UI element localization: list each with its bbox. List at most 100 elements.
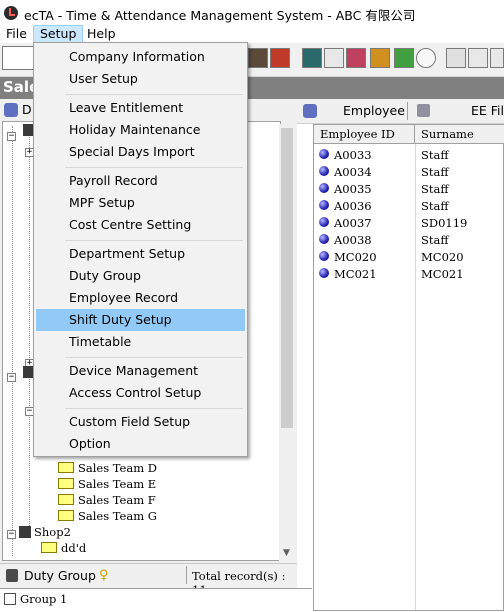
list-item[interactable]: Group 1 xyxy=(20,592,67,606)
menu-setup[interactable]: Setup xyxy=(33,25,84,43)
table-row[interactable]: A0037 SD0119 xyxy=(314,214,504,231)
group-icon xyxy=(4,593,16,605)
surname-cell: MC021 xyxy=(421,267,464,281)
menu-item-cost-centre-setting[interactable]: Cost Centre Setting xyxy=(36,214,245,236)
table-row[interactable]: MC020 MC020 xyxy=(314,248,504,265)
menu-item-company-information[interactable]: Company Information xyxy=(36,46,245,68)
key-icon[interactable]: ♀ xyxy=(99,568,109,583)
tree-item[interactable]: Sales Team E xyxy=(58,477,156,493)
folder-icon xyxy=(58,510,74,521)
tree-item-label: Sales Team D xyxy=(78,461,157,475)
menu-item-leave-entitlement[interactable]: Leave Entitlement xyxy=(36,97,245,119)
door-icon[interactable] xyxy=(302,48,322,68)
employee-status-icon xyxy=(319,234,329,244)
menu-item-custom-field-setup[interactable]: Custom Field Setup xyxy=(36,411,245,433)
employee-id-cell: A0034 xyxy=(334,165,372,179)
report-icon[interactable] xyxy=(324,48,344,68)
folder-icon xyxy=(41,542,57,553)
table-row[interactable]: A0033 Staff xyxy=(314,146,504,163)
menu-item-access-control-setup[interactable]: Access Control Setup xyxy=(36,382,245,404)
window-title: ecTA - Time & Attendance Management Syst… xyxy=(24,8,416,23)
menu-separator xyxy=(65,240,243,241)
menu-file[interactable]: File xyxy=(0,25,33,43)
column-header-surname[interactable]: Surname xyxy=(415,125,504,144)
surname-cell: MC020 xyxy=(421,250,464,264)
employee-icon[interactable] xyxy=(248,48,268,68)
menu-item-timetable[interactable]: Timetable xyxy=(36,331,245,353)
duty-group-label: Duty Group xyxy=(24,568,96,583)
employee-status-icon xyxy=(319,200,329,210)
menu-separator xyxy=(65,94,243,95)
menu-item-device-management[interactable]: Device Management xyxy=(36,360,245,382)
toolbar-combo[interactable] xyxy=(2,46,34,70)
employee-id-cell: A0035 xyxy=(334,182,372,196)
surname-cell: SD0119 xyxy=(421,216,468,230)
employee-id-cell: MC020 xyxy=(334,250,377,264)
employee-status-icon xyxy=(319,183,329,193)
menu-separator xyxy=(65,357,243,358)
menu-item-payroll-record[interactable]: Payroll Record xyxy=(36,170,245,192)
tree-item[interactable]: Sales Team F xyxy=(58,493,156,509)
folder-icon xyxy=(58,494,74,505)
ee-filter-label[interactable]: EE Filt xyxy=(471,103,504,118)
employee-status-icon xyxy=(319,166,329,176)
tree-item[interactable]: − Shop2 xyxy=(7,525,71,541)
table-row[interactable]: A0034 Staff xyxy=(314,163,504,180)
tree-expander[interactable]: − xyxy=(7,368,16,382)
column-header-employee-id[interactable]: Employee ID xyxy=(314,125,415,144)
surname-cell: Staff xyxy=(421,165,449,179)
employee-id-cell: A0037 xyxy=(334,216,372,230)
employee-grid[interactable]: Employee ID Surname A0033 Staff A0034 St… xyxy=(313,124,504,611)
menu-item-holiday-maintenance[interactable]: Holiday Maintenance xyxy=(36,119,245,141)
table-row[interactable]: MC021 MC021 xyxy=(314,265,504,282)
scroll-down-icon[interactable]: ▼ xyxy=(283,548,290,558)
edit-icon[interactable] xyxy=(468,48,488,68)
app-icon xyxy=(4,6,18,20)
filter-icon[interactable] xyxy=(417,104,430,117)
tree-expander[interactable]: − xyxy=(7,530,16,539)
tree-expander[interactable]: − xyxy=(7,127,16,141)
menu-item-duty-group[interactable]: Duty Group xyxy=(36,265,245,287)
table-row[interactable]: A0035 Staff xyxy=(314,180,504,197)
employee-status-icon xyxy=(319,149,329,159)
tree-item[interactable]: Sales Team G xyxy=(58,509,157,525)
employee-id-cell: A0036 xyxy=(334,199,372,213)
menu-item-user-setup[interactable]: User Setup xyxy=(36,68,245,90)
table-row[interactable]: A0038 Staff xyxy=(314,231,504,248)
scrollbar-thumb[interactable] xyxy=(281,128,293,428)
window-icon[interactable] xyxy=(446,48,466,68)
menu-help[interactable]: Help xyxy=(81,25,122,43)
gear-icon[interactable] xyxy=(370,48,390,68)
calendar-icon[interactable] xyxy=(346,48,366,68)
tree-item-label: Sales Team G xyxy=(78,509,157,523)
menu-item-shift-duty-setup[interactable]: Shift Duty Setup xyxy=(36,309,245,331)
tree-scrollbar[interactable]: ▼ xyxy=(279,124,295,562)
duty-group-list[interactable]: Group 1 xyxy=(0,588,312,612)
employee-label: Employee xyxy=(343,103,405,118)
menu-separator xyxy=(65,167,243,168)
menu-item-mpf-setup[interactable]: MPF Setup xyxy=(36,192,245,214)
clock-icon[interactable] xyxy=(416,48,436,68)
menu-item-option[interactable]: Option xyxy=(36,433,245,455)
tree-item-label: Sales Team F xyxy=(78,493,156,507)
machine-icon[interactable] xyxy=(270,48,290,68)
surname-cell: Staff xyxy=(421,199,449,213)
import-icon[interactable] xyxy=(394,48,414,68)
tree-item[interactable]: dd'd xyxy=(41,541,86,557)
surname-cell: Staff xyxy=(421,148,449,162)
building-icon xyxy=(19,526,31,538)
employee-toolbar: Employee EE Filt xyxy=(297,99,504,124)
department-header-label: D xyxy=(22,102,32,117)
employee-id-cell: MC021 xyxy=(334,267,377,281)
employee-status-icon xyxy=(319,217,329,227)
menu-item-department-setup[interactable]: Department Setup xyxy=(36,243,245,265)
duty-group-bar: Duty Group ♀ Total record(s) : 11 xyxy=(0,563,297,597)
table-row[interactable]: A0036 Staff xyxy=(314,197,504,214)
people-icon xyxy=(303,104,317,118)
menu-item-special-days-import[interactable]: Special Days Import xyxy=(36,141,245,163)
tree-item[interactable]: Sales Team D xyxy=(58,461,157,477)
menu-item-employee-record[interactable]: Employee Record xyxy=(36,287,245,309)
tree-line xyxy=(29,126,30,536)
copy-icon[interactable] xyxy=(490,48,504,68)
title-bar: ecTA - Time & Attendance Management Syst… xyxy=(0,0,504,25)
